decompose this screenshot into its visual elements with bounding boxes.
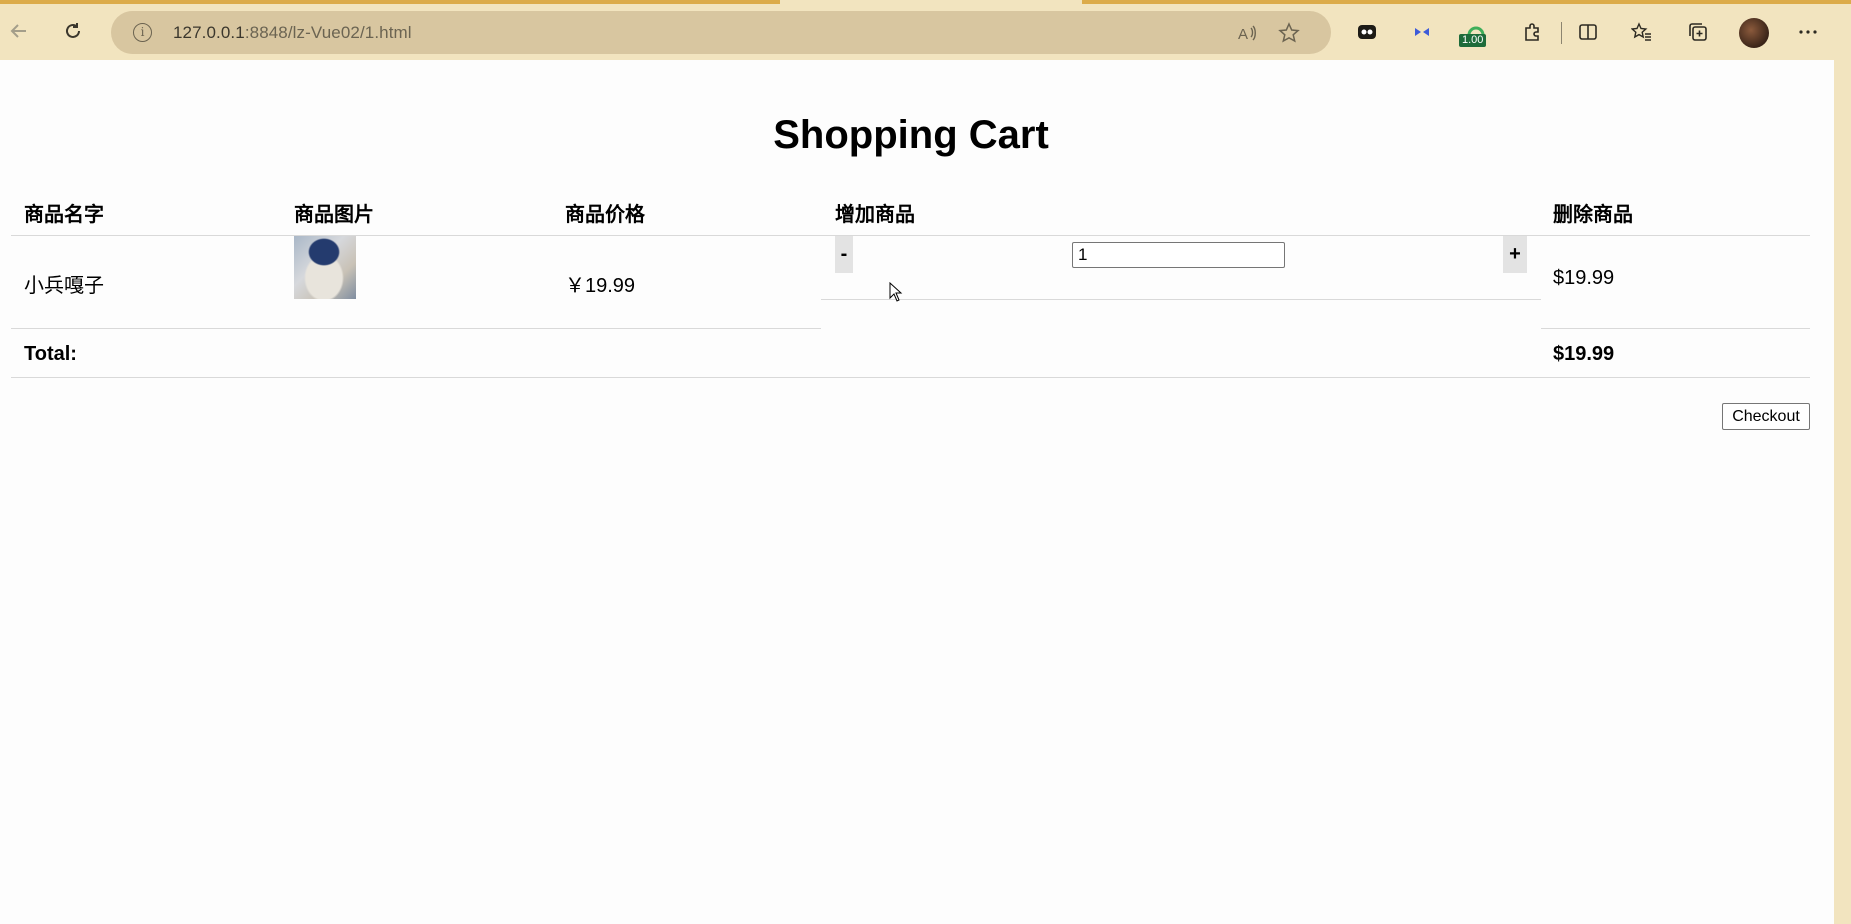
total-value: $19.99: [1553, 343, 1615, 365]
extension-mask-icon[interactable]: [1352, 17, 1382, 47]
toolbar-separator: [1561, 22, 1562, 44]
more-menu-icon[interactable]: [1793, 17, 1823, 47]
extension-bowtie-icon[interactable]: [1407, 17, 1437, 47]
increment-button[interactable]: +: [1503, 236, 1527, 273]
mouse-cursor-icon: [889, 282, 903, 302]
back-arrow-icon[interactable]: [4, 16, 34, 46]
split-screen-icon[interactable]: [1573, 17, 1603, 47]
header-image: 商品图片: [294, 204, 374, 226]
browser-toolbar: i 127.0.0.1:8848/lz-Vue02/1.html A 1.00: [0, 0, 1851, 60]
table-header-row: 商品名字 商品图片 商品价格 增加商品 删除商品: [11, 188, 1810, 235]
active-tab-indicator: [780, 0, 1082, 4]
header-remove: 删除商品: [1553, 204, 1633, 226]
address-bar[interactable]: i 127.0.0.1:8848/lz-Vue02/1.html A: [111, 11, 1331, 54]
reload-icon[interactable]: [58, 16, 88, 46]
item-subtotal: $19.99: [1553, 267, 1615, 289]
item-name: 小兵嘎子: [24, 275, 104, 297]
profile-avatar[interactable]: [1739, 18, 1769, 48]
header-name: 商品名字: [24, 204, 104, 226]
quantity-input[interactable]: [1072, 242, 1285, 268]
page-viewport: Shopping Cart 商品名字 商品图片 商品价格 增加商品 删除商品 小…: [0, 60, 1834, 924]
header-price: 商品价格: [565, 204, 645, 226]
header-add: 增加商品: [835, 204, 915, 226]
url-host: 127.0.0.1: [173, 23, 245, 42]
divider: [11, 377, 1810, 378]
checkout-button[interactable]: Checkout: [1722, 403, 1810, 430]
favorites-list-icon[interactable]: [1627, 17, 1657, 47]
sidebar-strip: [1834, 60, 1851, 924]
site-info-icon[interactable]: i: [133, 23, 152, 42]
item-price: ￥19.99: [565, 275, 636, 297]
extension-badge: 1.00: [1459, 34, 1487, 47]
total-row: Total: $19.99: [11, 329, 1810, 377]
divider: [821, 299, 1541, 300]
url-path: :8848/lz-Vue02/1.html: [244, 23, 412, 42]
read-aloud-icon[interactable]: A: [1235, 21, 1259, 45]
url-text[interactable]: 127.0.0.1:8848/lz-Vue02/1.html: [173, 23, 412, 43]
total-label: Total:: [24, 343, 77, 365]
page-title: Shopping Cart: [773, 113, 1049, 157]
favorite-star-icon[interactable]: [1277, 21, 1301, 45]
item-image: [294, 236, 356, 299]
decrement-button[interactable]: -: [835, 236, 853, 273]
svg-text:A: A: [1238, 26, 1248, 43]
collections-icon[interactable]: [1683, 17, 1713, 47]
table-row: 小兵嘎子 ￥19.99 - + $19.99: [11, 236, 1810, 328]
extensions-puzzle-icon[interactable]: [1517, 17, 1547, 47]
